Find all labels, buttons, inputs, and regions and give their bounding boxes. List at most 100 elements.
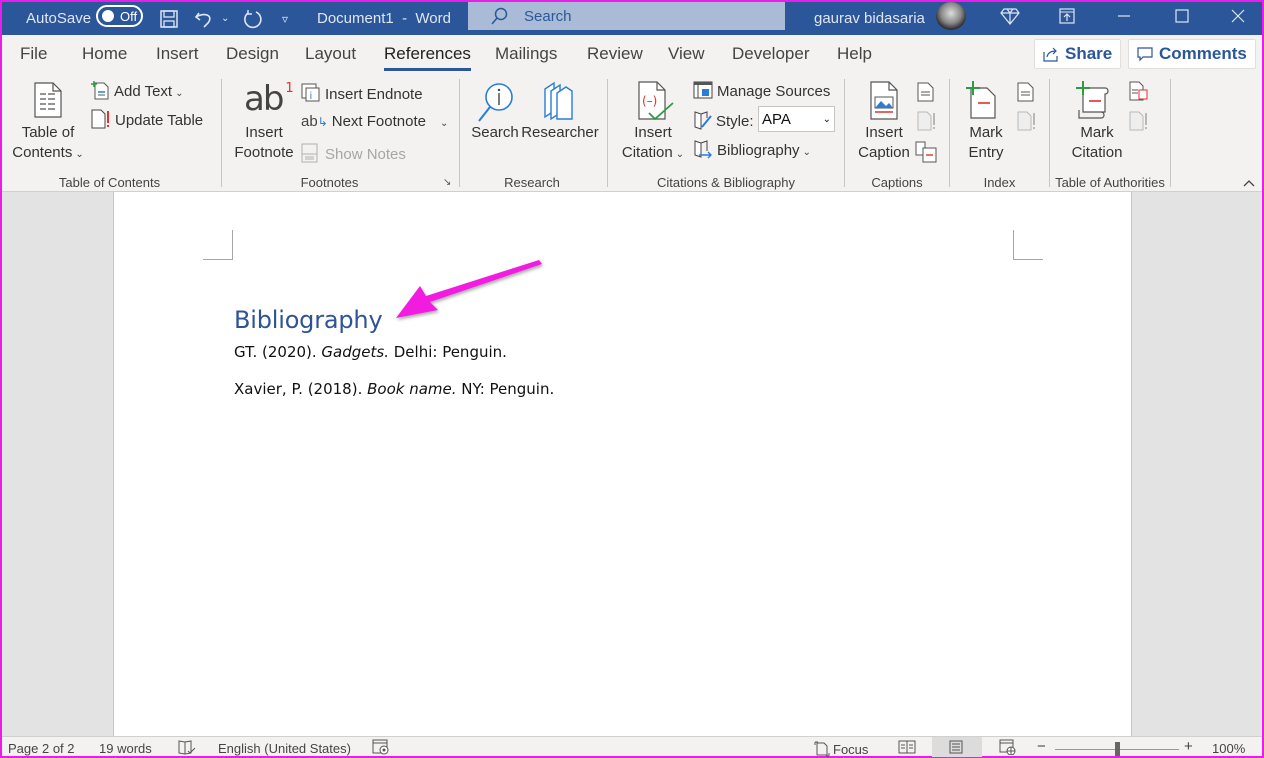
cross-reference-icon[interactable]: [915, 141, 937, 163]
mark-entry-label-2: Entry: [968, 144, 1004, 161]
language[interactable]: English (United States): [218, 741, 351, 756]
chevron-down-icon[interactable]: ⌄: [440, 118, 448, 129]
update-table-label: Update Table: [115, 112, 204, 129]
tab-layout[interactable]: Layout: [305, 44, 356, 64]
minimize-icon[interactable]: [1104, 2, 1144, 30]
tab-help[interactable]: Help: [837, 44, 872, 64]
focus-icon: [814, 741, 830, 757]
proofing-icon[interactable]: [178, 739, 196, 758]
group-separator: [1049, 79, 1050, 187]
redo-icon[interactable]: [242, 2, 264, 35]
page-count[interactable]: Page 2 of 2: [8, 741, 75, 756]
undo-dropdown-icon[interactable]: ⌄: [221, 2, 229, 35]
app-name: Word: [415, 10, 451, 27]
insert-index-icon[interactable]: [1017, 82, 1035, 102]
insert-endnote-button[interactable]: i Insert Endnote: [301, 83, 423, 103]
researcher-label: Researcher: [521, 124, 599, 141]
update-table-figures-icon[interactable]: [917, 111, 937, 131]
manage-sources-button[interactable]: Manage Sources: [693, 81, 830, 100]
next-footnote-button[interactable]: ab↳ Next Footnote ⌄: [301, 113, 448, 130]
toc-label-1: Table of: [21, 124, 75, 141]
show-notes-button[interactable]: Show Notes: [301, 143, 406, 163]
share-label: Share: [1065, 44, 1113, 63]
search-box[interactable]: Search: [468, 2, 785, 30]
footnote-label-1: Insert: [245, 124, 283, 141]
print-layout-icon[interactable]: [949, 740, 963, 757]
annotation-arrow-icon: [396, 260, 542, 318]
next-footnote-label: Next Footnote: [331, 113, 426, 130]
mark-citation-label-1: Mark: [1080, 124, 1114, 141]
next-footnote-icon: ab↳: [301, 113, 328, 130]
entry-publisher: NY: Penguin.: [456, 380, 555, 398]
insert-table-of-figures-icon[interactable]: [917, 82, 935, 102]
web-layout-icon[interactable]: [999, 739, 1017, 758]
close-icon[interactable]: [1218, 2, 1258, 30]
zoom-slider-thumb[interactable]: [1115, 742, 1120, 756]
status-bar: Page 2 of 2 19 words English (United Sta…: [2, 736, 1262, 758]
tab-references[interactable]: References: [384, 44, 471, 71]
zoom-in-button[interactable]: +: [1184, 738, 1193, 755]
style-dropdown[interactable]: APA ⌄: [758, 106, 835, 132]
customize-qat-icon[interactable]: ▿: [282, 2, 288, 35]
tab-developer[interactable]: Developer: [732, 44, 810, 64]
mark-citation-icon: [1076, 81, 1109, 119]
undo-icon[interactable]: [194, 2, 216, 35]
save-icon[interactable]: [159, 2, 179, 35]
style-label: Style:: [716, 113, 754, 130]
table-of-contents-icon: [34, 82, 62, 118]
bibliography-entry[interactable]: GT. (2020). Gadgets. Delhi: Penguin.: [234, 343, 507, 361]
group-label-footnotes: Footnotes: [300, 175, 359, 190]
style-control: Style:: [693, 110, 754, 130]
maximize-icon[interactable]: [1162, 2, 1202, 30]
bibliography-heading[interactable]: Bibliography: [234, 306, 383, 334]
bibliography-entry[interactable]: Xavier, P. (2018). Book name. NY: Pengui…: [234, 380, 554, 398]
autosave-toggle[interactable]: Off: [96, 5, 143, 27]
caption-label-1: Insert: [865, 124, 903, 141]
update-table-button[interactable]: Update Table: [91, 109, 203, 129]
citation-label-1: Insert: [634, 124, 672, 141]
autosave-state: Off: [120, 8, 138, 24]
collapse-ribbon-icon[interactable]: [1242, 175, 1256, 192]
footnote-label-2: Footnote: [234, 144, 294, 161]
insert-caption-icon: [870, 81, 898, 120]
group-label-citations: Citations & Bibliography: [656, 175, 796, 190]
manage-sources-icon: [693, 81, 713, 99]
dialog-launcher-icon[interactable]: ↘: [443, 177, 451, 188]
document-page[interactable]: Bibliography GT. (2020). Gadgets. Delhi:…: [113, 192, 1132, 736]
word-count[interactable]: 19 words: [99, 741, 152, 756]
update-table-authorities-icon[interactable]: [1129, 111, 1149, 131]
avatar[interactable]: [936, 2, 966, 30]
share-button[interactable]: Share: [1034, 39, 1122, 69]
insert-citation-icon: (–): [638, 81, 674, 121]
zoom-out-button[interactable]: −: [1037, 738, 1046, 755]
update-index-icon[interactable]: [1017, 111, 1037, 131]
toc-label-2: Contents: [12, 144, 73, 161]
zoom-percent[interactable]: 100%: [1212, 741, 1245, 756]
mark-entry-icon: [966, 81, 996, 119]
entry-title: Book name.: [367, 380, 457, 398]
margin-corner-marker: [1013, 230, 1043, 260]
ribbon-tabs: File Home Insert Design Layout Reference…: [2, 35, 1262, 75]
chevron-down-icon: ⌄: [822, 113, 831, 125]
ribbon-display-options-icon[interactable]: [1047, 2, 1087, 30]
accessibility-icon[interactable]: [372, 739, 390, 758]
diamond-icon[interactable]: [990, 2, 1030, 30]
read-mode-icon[interactable]: [898, 740, 916, 757]
group-label-research: Research: [504, 175, 560, 190]
focus-button[interactable]: Focus: [814, 741, 868, 757]
tab-file[interactable]: File: [20, 44, 47, 64]
tab-home[interactable]: Home: [82, 44, 127, 64]
comments-button[interactable]: Comments: [1128, 39, 1256, 69]
insert-table-of-authorities-icon[interactable]: [1129, 81, 1149, 101]
group-separator: [221, 79, 222, 187]
tab-view[interactable]: View: [668, 44, 705, 64]
add-text-button[interactable]: Add Text ⌄: [91, 80, 184, 100]
search-label: Search: [471, 124, 519, 141]
tab-insert[interactable]: Insert: [156, 44, 199, 64]
tab-review[interactable]: Review: [587, 44, 643, 64]
user-name[interactable]: gaurav bidasaria: [814, 2, 925, 35]
bibliography-button[interactable]: Bibliography ⌄: [693, 139, 811, 159]
entry-author-year: Xavier, P. (2018).: [234, 380, 368, 398]
tab-design[interactable]: Design: [226, 44, 279, 64]
tab-mailings[interactable]: Mailings: [495, 44, 557, 64]
